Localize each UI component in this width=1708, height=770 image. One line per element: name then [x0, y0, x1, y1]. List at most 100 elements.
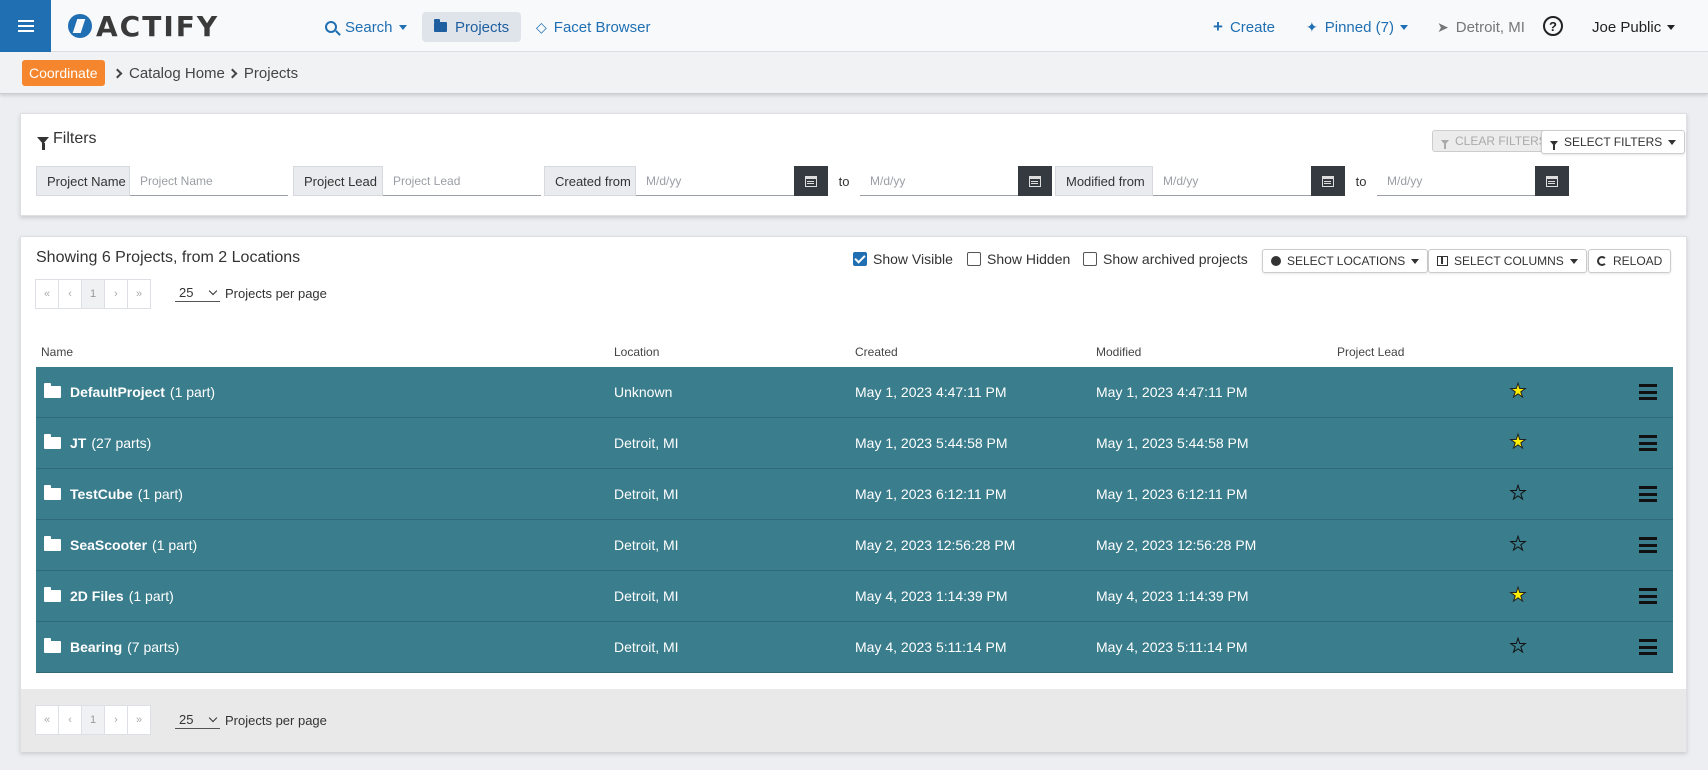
- clear-filters-button[interactable]: CLEAR FILTERS: [1432, 130, 1556, 152]
- select-filters-button[interactable]: SELECT FILTERS: [1541, 130, 1686, 154]
- project-name[interactable]: JT: [70, 435, 86, 451]
- star-filled-icon[interactable]: ★: [1507, 585, 1529, 607]
- per-page-select[interactable]: 25: [175, 711, 220, 729]
- column-header-modified[interactable]: Modified: [1096, 345, 1141, 359]
- select-columns-button[interactable]: SELECT COLUMNS: [1428, 249, 1587, 273]
- project-name[interactable]: 2D Files: [70, 588, 124, 604]
- pager-next-button[interactable]: ›: [104, 279, 128, 309]
- modified-to-calendar-button[interactable]: [1535, 166, 1569, 196]
- pagination-bottom: « ‹ 1 › »: [35, 705, 151, 735]
- table-row[interactable]: 2D Files (1 part) Detroit, MI May 4, 2023 1…: [36, 571, 1673, 622]
- column-header-name[interactable]: Name: [41, 345, 73, 359]
- row-menu-icon[interactable]: [1639, 537, 1657, 553]
- pager-next-button[interactable]: ›: [104, 705, 128, 735]
- row-menu-icon[interactable]: [1639, 486, 1657, 502]
- column-header-location[interactable]: Location: [614, 345, 659, 359]
- modified-from-input[interactable]: [1153, 166, 1311, 196]
- star-outline-icon[interactable]: ★: [1507, 534, 1529, 556]
- row-menu-icon[interactable]: [1639, 639, 1657, 655]
- project-parts: (1 part): [128, 588, 174, 604]
- row-menu-icon[interactable]: [1639, 588, 1657, 604]
- table-row[interactable]: JT (27 parts) Detroit, MI May 1, 2023 5:44:…: [36, 418, 1673, 469]
- show-archived-checkbox[interactable]: Show archived projects: [1083, 251, 1248, 267]
- table-row[interactable]: Bearing (7 parts) Detroit, MI May 4, 2023 5…: [36, 622, 1673, 673]
- project-name[interactable]: SeaScooter: [70, 537, 147, 553]
- pager-page-button[interactable]: 1: [81, 279, 105, 309]
- star-outline-icon[interactable]: ★: [1507, 483, 1529, 505]
- app-logo[interactable]: ACTIFY: [68, 10, 219, 43]
- coordinate-badge[interactable]: Coordinate: [22, 60, 105, 86]
- pager-prev-button[interactable]: ‹: [58, 279, 82, 309]
- project-name-input[interactable]: [130, 166, 288, 196]
- location-indicator[interactable]: ➤ Detroit, MI: [1425, 12, 1537, 42]
- created-from-input[interactable]: [636, 166, 794, 196]
- column-header-project-lead[interactable]: Project Lead: [1337, 345, 1404, 359]
- cell-created: May 4, 2023 5:11:14 PM: [855, 639, 1007, 655]
- pager-first-button[interactable]: «: [35, 279, 59, 309]
- modified-to-input[interactable]: [1377, 166, 1535, 196]
- pager-last-button[interactable]: »: [127, 279, 151, 309]
- select-filters-label: SELECT FILTERS: [1564, 135, 1663, 149]
- project-lead-input[interactable]: [383, 166, 541, 196]
- breadcrumb-catalog-home[interactable]: Catalog Home: [129, 65, 225, 82]
- calendar-icon: [1029, 175, 1041, 187]
- created-to-input[interactable]: [860, 166, 1018, 196]
- project-name[interactable]: Bearing: [70, 639, 122, 655]
- star-filled-icon[interactable]: ★: [1507, 381, 1529, 403]
- project-parts: (27 parts): [91, 435, 152, 451]
- user-menu-dropdown[interactable]: Joe Public: [1592, 12, 1676, 42]
- project-parts: (1 part): [169, 384, 216, 400]
- calendar-icon: [805, 175, 817, 187]
- star-outline-icon[interactable]: ★: [1507, 636, 1529, 658]
- logo-icon: [68, 14, 92, 38]
- column-header-created[interactable]: Created: [855, 345, 898, 359]
- pager-first-button[interactable]: «: [35, 705, 59, 735]
- breadcrumb: Catalog Home Projects: [110, 60, 298, 86]
- modified-from-calendar-button[interactable]: [1311, 166, 1345, 196]
- panel-footer: « ‹ 1 › » 25 Projects per page: [21, 689, 1686, 752]
- table-row[interactable]: DefaultProject (1 part) Unknown May 1, 2023…: [36, 367, 1673, 418]
- cell-modified: May 1, 2023 6:12:11 PM: [1096, 486, 1248, 502]
- help-icon[interactable]: ?: [1543, 16, 1563, 36]
- reload-button[interactable]: RELOAD: [1588, 249, 1672, 273]
- nav-facet-browser[interactable]: ◇ Facet Browser: [524, 12, 662, 42]
- project-parts: (1 part): [152, 537, 198, 553]
- project-name[interactable]: DefaultProject: [70, 384, 165, 400]
- table-row[interactable]: SeaScooter (1 part) Detroit, MI May 2, 2023…: [36, 520, 1673, 571]
- per-page-control-bottom: 25 Projects per page: [175, 711, 327, 729]
- created-to-calendar-button[interactable]: [1018, 166, 1052, 196]
- pager-prev-button[interactable]: ‹: [58, 705, 82, 735]
- project-name[interactable]: TestCube: [70, 486, 133, 502]
- cell-modified: May 4, 2023 5:11:14 PM: [1096, 639, 1248, 655]
- create-label: Create: [1229, 18, 1275, 36]
- hamburger-menu-button[interactable]: [0, 0, 51, 52]
- cell-modified: May 4, 2023 1:14:39 PM: [1096, 588, 1249, 604]
- to-label: to: [1355, 173, 1367, 189]
- create-button[interactable]: + Create: [1201, 12, 1287, 42]
- cell-location: Detroit, MI: [614, 537, 679, 553]
- pinned-dropdown[interactable]: ✦ Pinned (7): [1294, 12, 1420, 42]
- pager-page-button[interactable]: 1: [81, 705, 105, 735]
- table-row[interactable]: TestCube (1 part) Detroit, MI May 1, 2023 6…: [36, 469, 1673, 520]
- nav-projects[interactable]: Projects: [422, 12, 522, 42]
- cell-name: Bearing (7 parts): [44, 622, 179, 672]
- show-visible-checkbox[interactable]: Show Visible: [853, 251, 953, 267]
- checkbox-checked-icon: [853, 252, 867, 266]
- star-filled-icon[interactable]: ★: [1507, 432, 1529, 454]
- cell-name: JT (27 parts): [44, 418, 151, 468]
- location-arrow-icon: ➤: [1437, 18, 1449, 35]
- show-hidden-checkbox[interactable]: Show Hidden: [967, 251, 1070, 267]
- refresh-icon: [1597, 256, 1607, 266]
- per-page-label: Projects per page: [225, 285, 327, 301]
- cell-name: TestCube (1 part): [44, 469, 183, 519]
- select-locations-button[interactable]: SELECT LOCATIONS: [1262, 249, 1429, 273]
- row-menu-icon[interactable]: [1639, 384, 1657, 400]
- per-page-select[interactable]: 25: [175, 284, 220, 302]
- globe-icon: [1271, 256, 1281, 266]
- nav-search-dropdown[interactable]: Search: [313, 12, 419, 42]
- created-from-calendar-button[interactable]: [794, 166, 828, 196]
- pager-last-button[interactable]: »: [127, 705, 151, 735]
- row-menu-icon[interactable]: [1639, 435, 1657, 451]
- cell-location: Detroit, MI: [614, 639, 679, 655]
- nav-search-label: Search: [345, 18, 393, 36]
